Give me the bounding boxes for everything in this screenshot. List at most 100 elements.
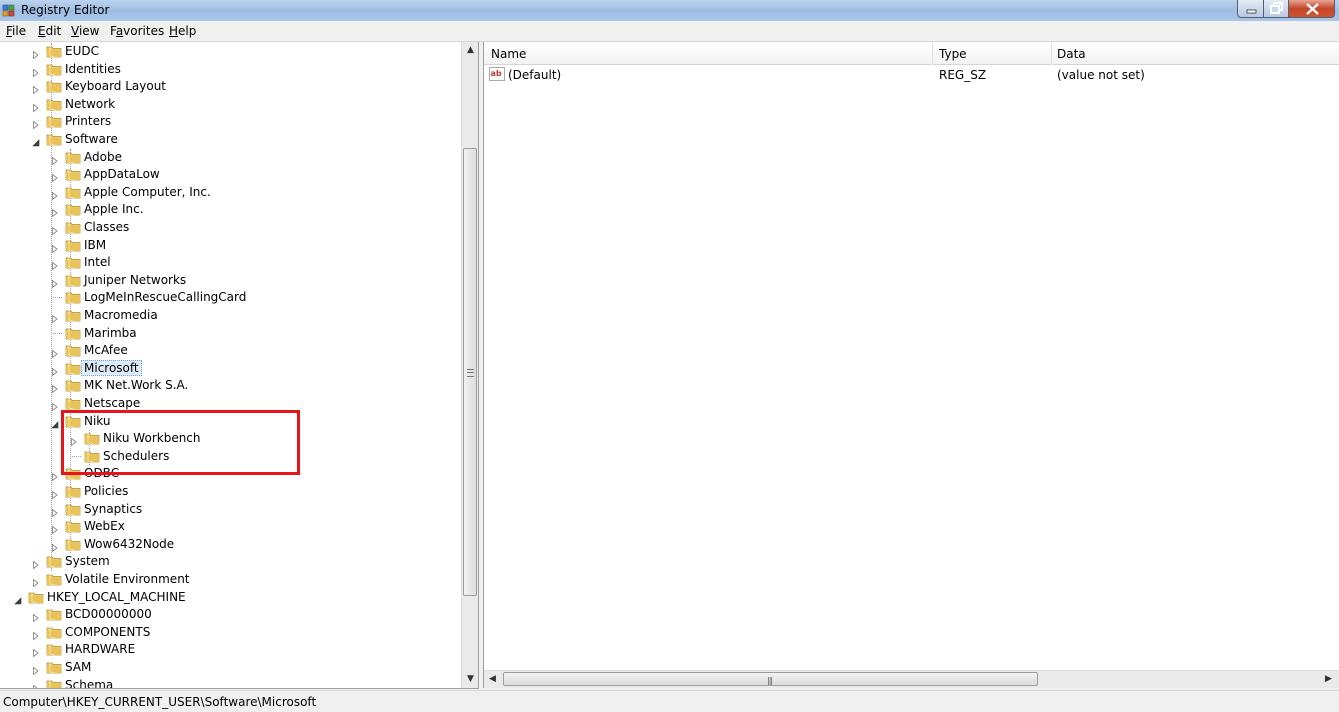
expand-arrow-icon[interactable] bbox=[51, 242, 59, 253]
expand-arrow-icon[interactable] bbox=[32, 101, 40, 113]
menu-view[interactable]: View bbox=[71, 24, 99, 38]
tree-node-policies[interactable]: Policies bbox=[0, 483, 460, 500]
expand-arrow-icon[interactable] bbox=[32, 558, 40, 570]
expand-arrow-icon[interactable] bbox=[32, 611, 40, 623]
status-bar: Computer\HKEY_CURRENT_USER\Software\Micr… bbox=[0, 690, 1339, 712]
tree-node-macromedia[interactable]: Macromedia bbox=[0, 307, 460, 324]
list-horizontal-scrollbar[interactable]: ◀ ||| ▶ bbox=[484, 670, 1339, 688]
menu-edit[interactable]: Edit bbox=[38, 24, 61, 38]
folder-icon bbox=[65, 238, 81, 252]
expand-arrow-icon[interactable] bbox=[51, 259, 59, 271]
menu-file[interactable]: File bbox=[6, 24, 26, 38]
maximize-button[interactable] bbox=[1263, 0, 1289, 18]
folder-icon bbox=[65, 396, 81, 410]
tree-node-apple-computer-inc[interactable]: Apple Computer, Inc. bbox=[0, 184, 460, 201]
list-row[interactable]: ab (Default) REG_SZ (value not set) bbox=[484, 66, 1339, 84]
tree-node-microsoft[interactable]: Microsoft bbox=[0, 359, 460, 377]
tree-node-appdatalow[interactable]: AppDataLow bbox=[0, 166, 460, 183]
column-header-data[interactable]: Data bbox=[1052, 42, 1339, 65]
tree-node-label: Wow6432Node bbox=[84, 536, 175, 551]
menu-help[interactable]: Help bbox=[169, 24, 196, 38]
tree-node-classes[interactable]: Classes bbox=[0, 219, 460, 236]
tree-node-label: EUDC bbox=[65, 44, 99, 58]
expand-arrow-icon[interactable] bbox=[51, 365, 59, 377]
folder-icon bbox=[46, 62, 62, 76]
tree-node-marimba[interactable]: Marimba bbox=[0, 325, 460, 342]
tree-node-system[interactable]: System bbox=[0, 553, 460, 570]
expand-arrow-icon[interactable] bbox=[32, 48, 40, 60]
scroll-right-arrow-icon[interactable]: ▶ bbox=[1320, 671, 1337, 688]
folder-icon bbox=[46, 44, 62, 58]
expand-arrow-icon[interactable] bbox=[32, 682, 40, 688]
tree-node-intel[interactable]: Intel bbox=[0, 254, 460, 271]
tree-node-synaptics[interactable]: Synaptics bbox=[0, 501, 460, 518]
expand-arrow-icon[interactable] bbox=[51, 171, 59, 183]
tree-node-hkey-local-machine[interactable]: HKEY_LOCAL_MACHINE bbox=[0, 589, 460, 606]
list-scroll-thumb[interactable]: ||| bbox=[503, 672, 1038, 686]
column-header-type[interactable]: Type bbox=[933, 42, 1051, 65]
tree-node-identities[interactable]: Identities bbox=[0, 61, 460, 78]
scroll-up-arrow-icon[interactable]: ▲ bbox=[462, 42, 479, 59]
tree-node-schema[interactable]: Schema bbox=[0, 677, 460, 688]
tree-node-software[interactable]: Software bbox=[0, 131, 460, 148]
expand-arrow-icon[interactable] bbox=[51, 506, 59, 517]
expand-arrow-icon[interactable] bbox=[51, 523, 59, 535]
collapse-arrow-icon[interactable] bbox=[14, 594, 22, 604]
tree-node-label: SAM bbox=[65, 660, 92, 674]
expand-arrow-icon[interactable] bbox=[32, 118, 40, 130]
tree-node-bcd00000000[interactable]: BCD00000000 bbox=[0, 606, 460, 623]
expand-arrow-icon[interactable] bbox=[51, 206, 59, 218]
tree-node-adobe[interactable]: Adobe bbox=[0, 149, 460, 166]
collapse-arrow-icon[interactable] bbox=[32, 136, 40, 147]
tree-node-juniper-networks[interactable]: Juniper Networks bbox=[0, 272, 460, 289]
collapse-arrow-icon[interactable] bbox=[51, 418, 59, 428]
tree-node-apple-inc[interactable]: Apple Inc. bbox=[0, 201, 460, 218]
expand-arrow-icon[interactable] bbox=[51, 277, 59, 289]
expand-arrow-icon[interactable] bbox=[51, 224, 59, 236]
key-tree[interactable]: EUDC Identities Keyboard Layout Network Prin… bbox=[0, 42, 479, 689]
tree-node-keyboard-layout[interactable]: Keyboard Layout bbox=[0, 78, 460, 95]
tree-node-label: HARDWARE bbox=[65, 642, 136, 657]
expand-arrow-icon[interactable] bbox=[51, 488, 59, 500]
tree-vertical-scrollbar[interactable]: ▲ ▼ bbox=[461, 42, 478, 688]
tree-node-mcafee[interactable]: McAfee bbox=[0, 342, 460, 359]
expand-arrow-icon[interactable] bbox=[51, 189, 59, 201]
value-list[interactable]: Name Type Data ab (Default) REG_SZ (valu… bbox=[483, 42, 1339, 688]
scroll-down-arrow-icon[interactable]: ▼ bbox=[462, 671, 479, 688]
expand-arrow-icon[interactable] bbox=[51, 312, 59, 324]
minimize-button[interactable] bbox=[1237, 0, 1264, 18]
expand-arrow-icon[interactable] bbox=[51, 382, 59, 394]
tree-node-printers[interactable]: Printers bbox=[0, 113, 460, 130]
expand-arrow-icon[interactable] bbox=[32, 83, 40, 95]
expand-arrow-icon[interactable] bbox=[51, 154, 59, 165]
tree-connector bbox=[53, 297, 62, 299]
tree-node-label: LogMeInRescueCallingCard bbox=[84, 290, 247, 305]
tree-node-ibm[interactable]: IBM bbox=[0, 237, 460, 254]
tree-node-webex[interactable]: WebEx bbox=[0, 518, 460, 535]
tree-node-mk-net-work-s-a[interactable]: MK Net.Work S.A. bbox=[0, 377, 460, 394]
scroll-left-arrow-icon[interactable]: ◀ bbox=[484, 671, 501, 688]
menu-favorites[interactable]: Favorites bbox=[110, 24, 164, 38]
expand-arrow-icon[interactable] bbox=[51, 470, 59, 482]
tree-node-components[interactable]: COMPONENTS bbox=[0, 624, 460, 641]
tree-node-label: COMPONENTS bbox=[65, 624, 151, 639]
tree-node-logmeinrescuecallingcard[interactable]: LogMeInRescueCallingCard bbox=[0, 289, 460, 306]
expand-arrow-icon[interactable] bbox=[32, 66, 40, 77]
tree-node-wow6432node[interactable]: Wow6432Node bbox=[0, 536, 460, 553]
expand-arrow-icon[interactable] bbox=[51, 541, 59, 553]
tree-node-volatile-environment[interactable]: Volatile Environment bbox=[0, 571, 460, 588]
tree-node-eudc[interactable]: EUDC bbox=[0, 43, 460, 60]
expand-arrow-icon[interactable] bbox=[32, 576, 40, 588]
tree-scroll-thumb[interactable] bbox=[463, 148, 477, 596]
tree-node-sam[interactable]: SAM bbox=[0, 659, 460, 676]
close-button[interactable] bbox=[1288, 0, 1335, 18]
tree-node-hardware[interactable]: HARDWARE bbox=[0, 641, 460, 658]
expand-arrow-icon[interactable] bbox=[32, 629, 40, 641]
column-header-name[interactable]: Name bbox=[484, 42, 932, 65]
expand-arrow-icon[interactable] bbox=[32, 646, 40, 658]
expand-arrow-icon[interactable] bbox=[32, 664, 40, 676]
reg-string-icon: ab bbox=[489, 67, 505, 81]
expand-arrow-icon[interactable] bbox=[51, 347, 59, 359]
tree-node-network[interactable]: Network bbox=[0, 96, 460, 113]
expand-arrow-icon[interactable] bbox=[51, 400, 59, 412]
